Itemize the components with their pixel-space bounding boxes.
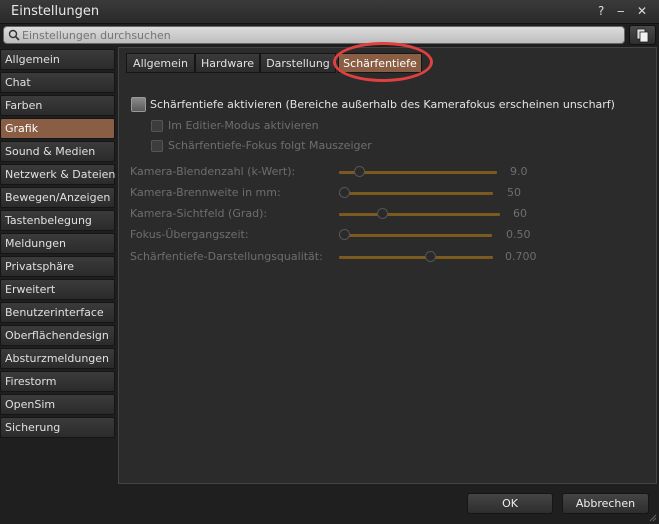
focal-length-label: Kamera-Brennweite in mm: bbox=[130, 186, 281, 199]
focal-length-value: 50 bbox=[507, 186, 521, 199]
close-button[interactable]: ✕ bbox=[637, 4, 647, 18]
sidebar-item-oberflächendesign[interactable]: Oberflächendesign bbox=[0, 325, 115, 346]
sidebar-item-chat[interactable]: Chat bbox=[0, 72, 115, 93]
enable-dof-label: Schärfentiefe aktivieren (Bereiche außer… bbox=[150, 98, 615, 111]
sidebar-item-farben[interactable]: Farben bbox=[0, 95, 115, 116]
sidebar-item-privatsphäre[interactable]: Privatsphäre bbox=[0, 256, 115, 277]
search-field[interactable] bbox=[3, 26, 625, 44]
focus-follows-mouse-label: Schärfentiefe-Fokus folgt Mauszeiger bbox=[168, 139, 372, 152]
sidebar-item-opensim[interactable]: OpenSim bbox=[0, 394, 115, 415]
ok-button[interactable]: OK bbox=[467, 493, 553, 514]
sidebar-item-meldungen[interactable]: Meldungen bbox=[0, 233, 115, 254]
transition-value: 0.50 bbox=[506, 228, 531, 241]
help-button[interactable]: ? bbox=[598, 4, 604, 18]
sidebar-item-sicherung[interactable]: Sicherung bbox=[0, 417, 115, 438]
sidebar-item-firestorm[interactable]: Firestorm bbox=[0, 371, 115, 392]
category-sidebar: Allgemein Chat Farben Grafik Sound & Medien N… bbox=[0, 49, 117, 440]
transition-slider-handle[interactable] bbox=[339, 229, 350, 240]
tab-allgemein[interactable]: Allgemein bbox=[126, 53, 195, 73]
tab-hardware[interactable]: Hardware bbox=[195, 53, 260, 73]
sidebar-item-allgemein[interactable]: Allgemein bbox=[0, 49, 115, 70]
search-icon bbox=[8, 29, 20, 41]
copy-icon bbox=[636, 28, 649, 43]
quality-slider-track[interactable] bbox=[339, 256, 493, 259]
sidebar-item-tastenbelegung[interactable]: Tastenbelegung bbox=[0, 210, 115, 231]
copy-button[interactable] bbox=[629, 25, 656, 45]
focal-length-slider-handle[interactable] bbox=[339, 187, 350, 198]
quality-value: 0.700 bbox=[505, 250, 537, 263]
edit-mode-checkbox[interactable] bbox=[151, 120, 163, 132]
tab-schaerfentiefe[interactable]: Schärfentiefe bbox=[338, 53, 422, 73]
transition-slider-track[interactable] bbox=[339, 234, 492, 237]
sidebar-item-absturzmeldungen[interactable]: Absturzmeldungen bbox=[0, 348, 115, 369]
settings-panel bbox=[118, 47, 657, 484]
sidebar-item-bewegen-anzeigen[interactable]: Bewegen/Anzeigen bbox=[0, 187, 115, 208]
fnumber-value: 9.0 bbox=[510, 165, 528, 178]
fnumber-label: Kamera-Blendenzahl (k-Wert): bbox=[130, 165, 296, 178]
minimize-button[interactable]: ‒ bbox=[617, 4, 625, 18]
resize-grip-icon[interactable] bbox=[649, 514, 657, 522]
quality-label: Schärfentiefe-Darstellungsqualität: bbox=[130, 250, 323, 263]
edit-mode-label: Im Editier-Modus aktivieren bbox=[168, 119, 319, 132]
fov-slider-track[interactable] bbox=[339, 213, 500, 216]
fnumber-slider-handle[interactable] bbox=[353, 166, 365, 177]
search-input[interactable] bbox=[22, 27, 612, 43]
title-bar: Einstellungen ? ‒ ✕ bbox=[0, 0, 659, 24]
fov-label: Kamera-Sichtfeld (Grad): bbox=[130, 207, 268, 220]
sidebar-item-netzwerk-dateien[interactable]: Netzwerk & Dateien bbox=[0, 164, 115, 185]
window-title: Einstellungen bbox=[11, 4, 100, 19]
cancel-button[interactable]: Abbrechen bbox=[562, 493, 649, 514]
focal-length-slider-track[interactable] bbox=[339, 192, 493, 195]
fov-value: 60 bbox=[513, 207, 527, 220]
quality-slider-handle[interactable] bbox=[424, 251, 436, 262]
fov-slider-handle[interactable] bbox=[376, 208, 388, 219]
sidebar-item-sound-medien[interactable]: Sound & Medien bbox=[0, 141, 115, 162]
enable-dof-checkbox[interactable] bbox=[131, 97, 146, 112]
sidebar-item-erweitert[interactable]: Erweitert bbox=[0, 279, 115, 300]
sidebar-item-benutzerinterface[interactable]: Benutzerinterface bbox=[0, 302, 115, 323]
transition-label: Fokus-Übergangszeit: bbox=[130, 228, 249, 241]
sidebar-item-grafik[interactable]: Grafik bbox=[0, 118, 115, 139]
focus-follows-mouse-checkbox[interactable] bbox=[151, 140, 163, 152]
tab-darstellung[interactable]: Darstellung bbox=[260, 53, 336, 73]
